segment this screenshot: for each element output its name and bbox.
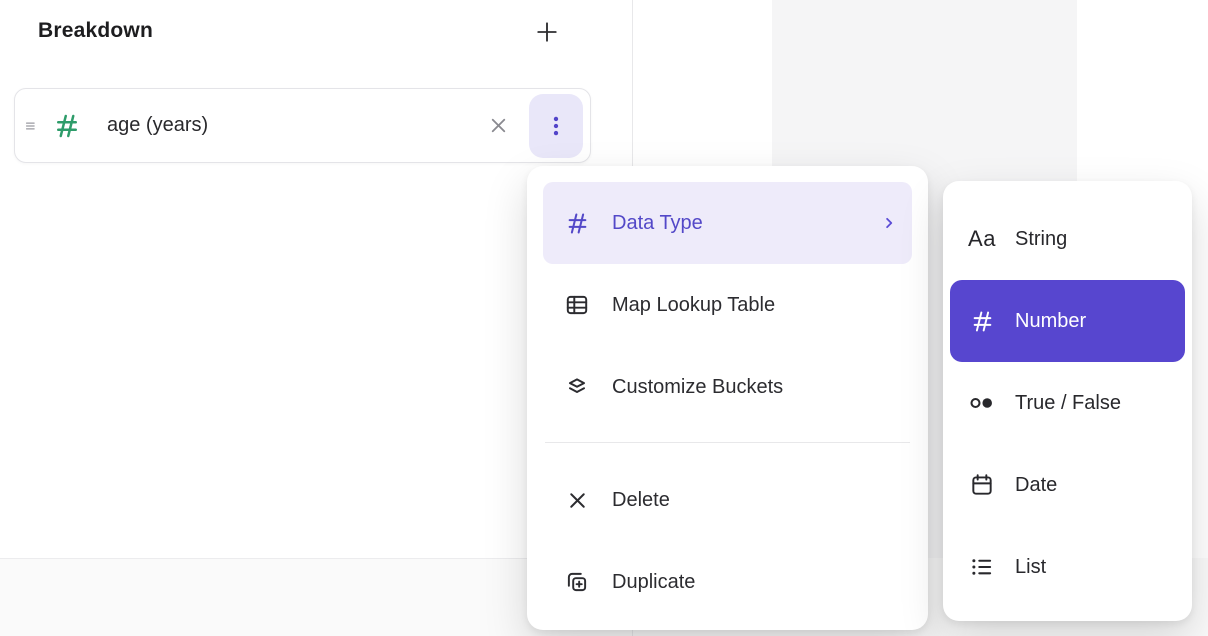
stack-icon [563, 373, 591, 401]
menu-item-label: Customize Buckets [612, 376, 783, 399]
submenu-item-string[interactable]: Aa String [950, 198, 1185, 280]
submenu-item-label: True / False [1015, 392, 1121, 415]
menu-item-data-type[interactable]: Data Type [543, 182, 912, 264]
string-aa-icon: Aa [966, 224, 998, 254]
copy-plus-icon [563, 568, 591, 596]
list-icon [966, 552, 998, 582]
calendar-icon [966, 470, 998, 500]
menu-item-delete[interactable]: Delete [543, 459, 912, 541]
submenu-item-date[interactable]: Date [950, 444, 1185, 526]
toggle-circles-icon [966, 388, 998, 418]
kebab-dots-icon [543, 111, 569, 141]
field-menu-button[interactable] [529, 94, 583, 158]
x-icon [563, 486, 591, 514]
submenu-item-label: Number [1015, 310, 1086, 333]
menu-item-customize-buckets[interactable]: Customize Buckets [543, 346, 912, 428]
menu-divider [545, 442, 910, 443]
hash-icon [563, 209, 591, 237]
breakdown-field-card[interactable]: age (years) [14, 88, 591, 163]
menu-item-label: Duplicate [612, 571, 695, 594]
field-context-menu: Data Type Map Lookup Table [527, 166, 928, 630]
breakdown-screen: Breakdown age (years) [0, 0, 1208, 636]
table-icon [563, 291, 591, 319]
drag-handle-icon[interactable] [22, 116, 42, 136]
menu-item-duplicate[interactable]: Duplicate [543, 541, 912, 623]
menu-item-label: Map Lookup Table [612, 294, 775, 317]
field-label: age (years) [107, 114, 487, 137]
hash-icon [966, 306, 998, 336]
submenu-item-true-false[interactable]: True / False [950, 362, 1185, 444]
x-icon [487, 114, 510, 137]
add-breakdown-button[interactable] [529, 14, 565, 50]
menu-item-label: Delete [612, 489, 670, 512]
plus-icon [533, 18, 561, 46]
menu-item-map-lookup-table[interactable]: Map Lookup Table [543, 264, 912, 346]
submenu-item-list[interactable]: List [950, 526, 1185, 608]
submenu-item-number[interactable]: Number [950, 280, 1185, 362]
submenu-item-label: List [1015, 556, 1046, 579]
remove-field-button[interactable] [487, 114, 510, 137]
submenu-item-label: String [1015, 228, 1067, 251]
chevron-right-icon [880, 214, 898, 232]
hash-icon [52, 111, 82, 141]
submenu-item-label: Date [1015, 474, 1057, 497]
data-type-submenu: Aa String Number True / False [943, 181, 1192, 621]
panel-title: Breakdown [38, 19, 153, 43]
menu-item-label: Data Type [612, 212, 703, 235]
